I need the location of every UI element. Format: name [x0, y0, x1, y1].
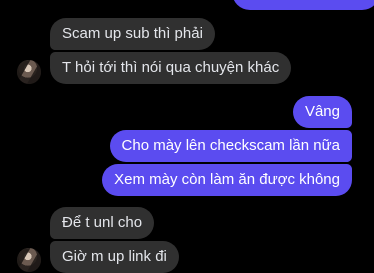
incoming-message-bubble[interactable]: Scam up sub thì phải [50, 18, 215, 50]
sender-avatar[interactable] [17, 60, 41, 84]
sender-avatar[interactable] [17, 248, 41, 272]
incoming-message-bubble[interactable]: Giờ m up link đi [50, 241, 179, 273]
outgoing-message-bubble-partial[interactable] [232, 0, 374, 10]
outgoing-message-bubble[interactable]: Cho mày lên checkscam lần nữa [109, 130, 352, 162]
incoming-message-bubble[interactable]: Để t unl cho [50, 207, 155, 239]
message-text: T hỏi tới thì nói qua chuyện khác [62, 59, 280, 76]
outgoing-message-bubble[interactable]: Xem mày còn làm ăn được không [102, 164, 352, 196]
incoming-message-bubble[interactable]: T hỏi tới thì nói qua chuyện khác [50, 52, 292, 84]
message-text: Scam up sub thì phải [62, 25, 203, 42]
message-text: Cho mày lên checkscam lần nữa [121, 137, 340, 154]
message-text: Vâng [304, 103, 340, 120]
message-text: Xem mày còn làm ăn được không [114, 171, 340, 188]
message-text: Để t unl cho [62, 214, 143, 231]
outgoing-message-bubble[interactable]: Vâng [292, 96, 352, 128]
